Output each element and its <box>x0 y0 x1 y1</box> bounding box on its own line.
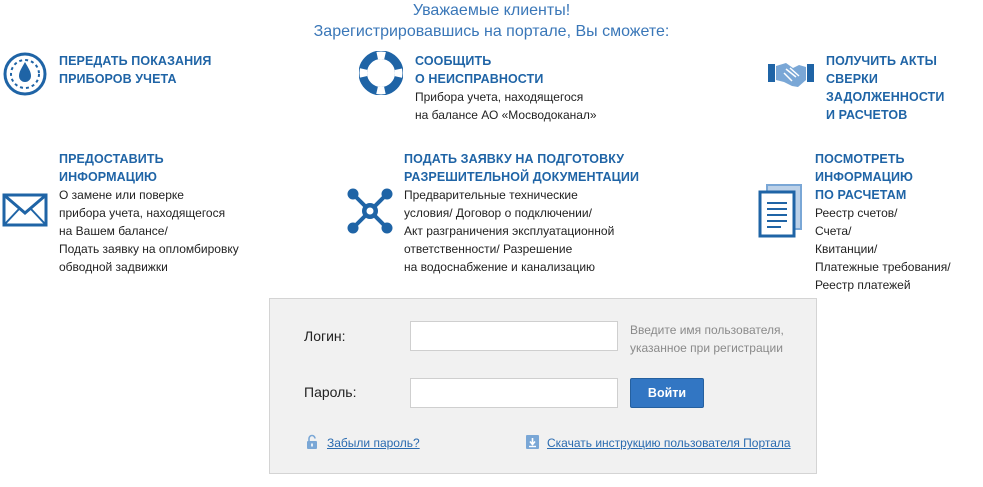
lock-icon <box>306 434 318 455</box>
network-icon <box>346 187 394 240</box>
feature-title: ПРЕДОСТАВИТЬ ИНФОРМАЦИЮ <box>59 152 164 184</box>
feature-provide-info[interactable]: ПРЕДОСТАВИТЬ ИНФОРМАЦИЮ О замене или пов… <box>59 150 239 276</box>
forgot-password-link[interactable]: Забыли пароль? <box>327 436 420 450</box>
feature-title: ПОСМОТРЕТЬ ИНФОРМАЦИЮ ПО РАСЧЕТАМ <box>815 152 914 202</box>
documents-icon <box>757 183 805 244</box>
handshake-icon <box>766 56 816 97</box>
password-input[interactable] <box>410 378 618 408</box>
feature-title: ПОДАТЬ ЗАЯВКУ НА ПОДГОТОВКУ РАЗРЕШИТЕЛЬН… <box>404 152 640 184</box>
feature-title: ПЕРЕДАТЬ ПОКАЗАНИЯ ПРИБОРОВ УЧЕТА <box>59 54 212 86</box>
feature-reconciliation-acts[interactable]: ПОЛУЧИТЬ АКТЫ СВЕРКИ ЗАДОЛЖЕННОСТИ И РАС… <box>826 52 983 124</box>
feature-title: ПОЛУЧИТЬ АКТЫ СВЕРКИ ЗАДОЛЖЕННОСТИ И РАС… <box>826 54 945 122</box>
feature-report-fault[interactable]: СООБЩИТЬ О НЕИСПРАВНОСТИ Прибора учета, … <box>415 52 597 124</box>
download-manual-link[interactable]: Скачать инструкцию пользователя Портала <box>547 436 791 450</box>
gauge-icon <box>3 52 47 101</box>
password-label: Пароль: <box>304 384 357 400</box>
login-button[interactable]: Войти <box>630 378 704 408</box>
feature-title: СООБЩИТЬ О НЕИСПРАВНОСТИ <box>415 54 544 86</box>
login-hint: Введите имя пользователя, указанное при … <box>630 323 784 355</box>
download-icon <box>525 434 540 455</box>
feature-meter-readings[interactable]: ПЕРЕДАТЬ ПОКАЗАНИЯ ПРИБОРОВ УЧЕТА <box>59 52 211 88</box>
feature-payment-info[interactable]: ПОСМОТРЕТЬ ИНФОРМАЦИЮ ПО РАСЧЕТАМ Реестр… <box>815 150 983 294</box>
feature-permit-documents[interactable]: ПОДАТЬ ЗАЯВКУ НА ПОДГОТОВКУ РАЗРЕШИТЕЛЬН… <box>404 150 639 276</box>
lifebuoy-icon <box>358 50 404 100</box>
envelope-icon <box>2 193 48 232</box>
header-subtitle: Зарегистрировавшись на портале, Вы сможе… <box>313 23 670 40</box>
login-input[interactable] <box>410 321 618 351</box>
feature-description: Предварительные технические условия/ Дог… <box>404 188 615 274</box>
feature-description: Реестр счетов/ Счета/ Квитанции/ Платежн… <box>815 206 951 292</box>
feature-description: Прибора учета, находящегося на балансе А… <box>415 90 597 122</box>
feature-description: О замене или поверке прибора учета, нахо… <box>59 188 239 274</box>
login-form: Логин: Введите имя пользователя, указанн… <box>269 298 817 474</box>
header-greeting: Уважаемые клиенты! <box>412 2 571 19</box>
login-label: Логин: <box>304 328 346 344</box>
